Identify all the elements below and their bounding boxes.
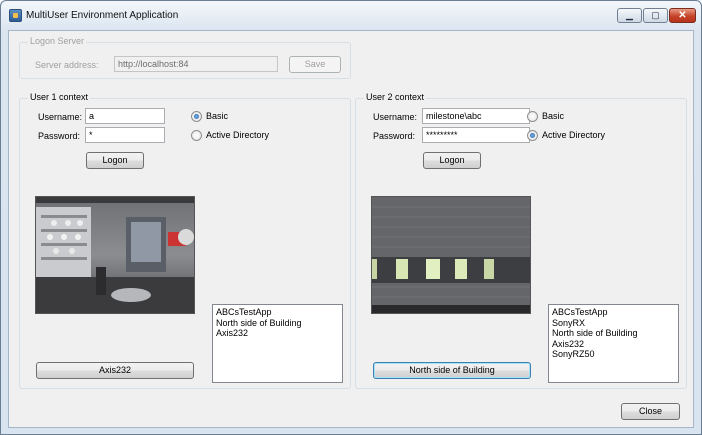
user2-camera-button[interactable]: North side of Building [373,362,531,379]
minimize-icon: ▁ [626,10,633,20]
save-button[interactable]: Save [289,56,341,73]
list-item[interactable]: Axis232 [552,339,675,350]
user2-password-label: Password: [373,131,416,141]
user2-legend: User 2 context [364,92,427,102]
user2-camera-image [372,197,530,313]
list-item[interactable]: North side of Building [552,328,675,339]
user1-basic-label[interactable]: Basic [206,111,228,121]
user1-active-directory-radio[interactable] [191,130,202,141]
list-item[interactable]: SonyRZ50 [552,349,675,360]
minimize-button[interactable]: ▁ [617,8,642,23]
server-address-label: Server address: [35,60,99,70]
title-bar[interactable]: MultiUser Environment Application ▁ ▢ ✕ [1,1,701,30]
close-button[interactable]: Close [621,403,680,420]
maximize-button[interactable]: ▢ [643,8,668,23]
user1-camera-list[interactable]: ABCsTestApp North side of Building Axis2… [212,304,343,383]
user2-active-directory-label[interactable]: Active Directory [542,130,605,140]
user1-basic-radio[interactable] [191,111,202,122]
user1-camera-view [35,196,195,314]
user2-username-label: Username: [373,112,418,122]
application-window: MultiUser Environment Application ▁ ▢ ✕ … [0,0,702,435]
user2-logon-button[interactable]: Logon [423,152,481,169]
user1-logon-button[interactable]: Logon [86,152,144,169]
user2-active-directory-radio[interactable] [527,130,538,141]
list-item[interactable]: SonyRX [552,318,675,329]
user1-password-input[interactable]: * [85,127,165,143]
user1-active-directory-label[interactable]: Active Directory [206,130,269,140]
user2-basic-radio[interactable] [527,111,538,122]
server-address-input[interactable]: http://localhost:84 [114,56,278,72]
user2-camera-list[interactable]: ABCsTestApp SonyRX North side of Buildin… [548,304,679,383]
user2-password-input[interactable]: ********* [422,127,530,143]
user1-camera-image [36,197,194,313]
user2-basic-label[interactable]: Basic [542,111,564,121]
user1-password-label: Password: [38,131,81,141]
close-window-button[interactable]: ✕ [669,8,696,23]
list-item[interactable]: ABCsTestApp [216,307,339,318]
client-area: Logon Server Server address: http://loca… [8,30,694,428]
logon-server-legend: Logon Server [28,36,87,46]
list-item[interactable]: North side of Building [216,318,339,329]
list-item[interactable]: Axis232 [216,328,339,339]
app-icon [9,9,22,22]
user2-username-input[interactable]: milestone\abc [422,108,530,124]
user1-legend: User 1 context [28,92,91,102]
close-icon: ✕ [678,10,687,21]
user1-camera-button[interactable]: Axis232 [36,362,194,379]
window-title: MultiUser Environment Application [26,10,179,21]
user1-username-input[interactable]: a [85,108,165,124]
maximize-icon: ▢ [651,10,660,20]
list-item[interactable]: ABCsTestApp [552,307,675,318]
user1-username-label: Username: [38,112,83,122]
user2-camera-view [371,196,531,314]
